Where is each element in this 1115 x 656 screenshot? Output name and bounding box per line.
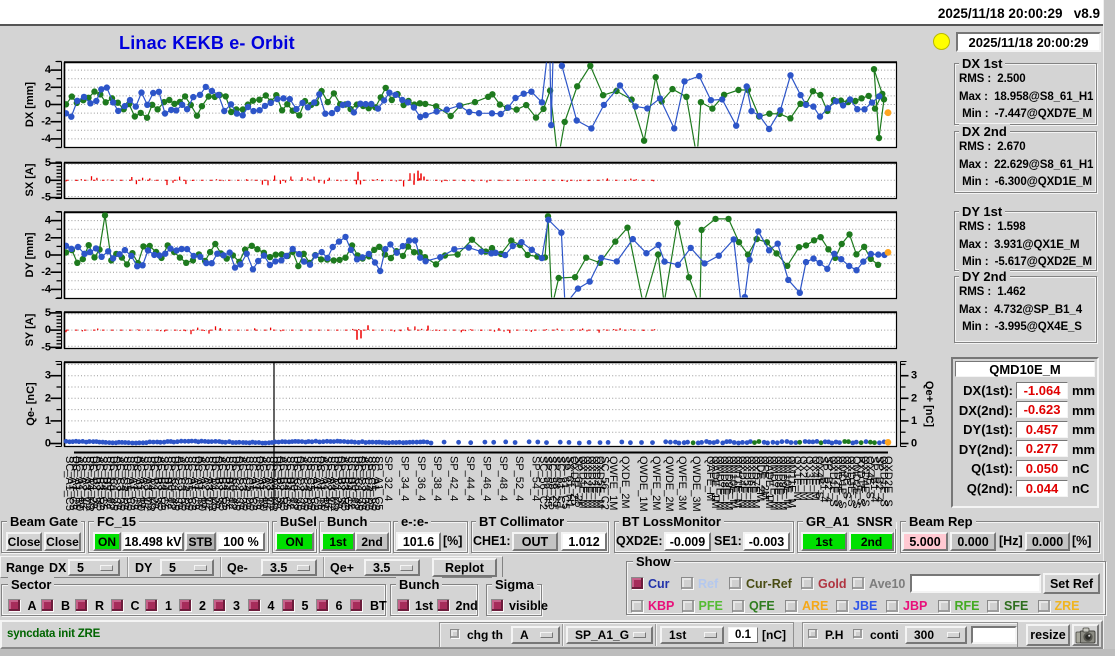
- svg-text:-5: -5: [41, 341, 51, 353]
- svg-text:QWFE_1M: QWFE_1M: [607, 456, 619, 510]
- svg-text:QWFE_3M: QWFE_3M: [676, 456, 688, 510]
- svg-text:1: 1: [45, 415, 51, 427]
- svg-text:QXDE_2M: QXDE_2M: [619, 456, 631, 509]
- svg-text:DY [mm]: DY [mm]: [24, 232, 36, 277]
- svg-text:Qe+ [nC]: Qe+ [nC]: [923, 381, 935, 427]
- svg-text:0: 0: [911, 438, 917, 450]
- svg-text:0: 0: [45, 249, 51, 261]
- svg-text:QWDE_2M: QWDE_2M: [663, 456, 675, 512]
- svg-text:SP_52_4: SP_52_4: [513, 456, 525, 501]
- svg-text:SP_42_4: SP_42_4: [448, 456, 460, 501]
- svg-text:SP_34_4: SP_34_4: [398, 456, 410, 501]
- svg-text:DX [mm]: DX [mm]: [24, 82, 36, 128]
- svg-text:SP_46_4: SP_46_4: [480, 456, 492, 501]
- svg-text:SP_44_4: SP_44_4: [464, 456, 476, 501]
- svg-text:1: 1: [911, 415, 917, 427]
- svg-text:5: 5: [45, 307, 51, 319]
- svg-text:2: 2: [911, 392, 917, 404]
- svg-text:0: 0: [45, 99, 51, 111]
- svg-text:QXD2E_S: QXD2E_S: [882, 456, 894, 507]
- svg-text:SP_48_4: SP_48_4: [497, 456, 509, 501]
- svg-text:QWDE_3M: QWDE_3M: [690, 456, 702, 512]
- svg-text:3: 3: [45, 370, 51, 382]
- svg-text:Qe- [nC]: Qe- [nC]: [25, 382, 37, 426]
- svg-text:-2: -2: [41, 116, 51, 128]
- svg-text:0: 0: [45, 324, 51, 336]
- svg-text:4: 4: [45, 215, 52, 227]
- svg-text:2: 2: [45, 392, 51, 404]
- svg-text:2: 2: [45, 81, 51, 93]
- svg-text:SP_32_4: SP_32_4: [382, 456, 394, 501]
- svg-text:-4: -4: [41, 133, 52, 145]
- svg-text:QWFE_2M: QWFE_2M: [650, 456, 662, 510]
- svg-text:SP_36_4: SP_36_4: [415, 456, 427, 501]
- svg-text:SP_38_4: SP_38_4: [431, 456, 443, 501]
- svg-text:2: 2: [45, 232, 51, 244]
- svg-text:SY [A]: SY [A]: [24, 313, 36, 346]
- svg-text:4: 4: [45, 64, 52, 76]
- svg-text:5: 5: [45, 157, 51, 169]
- svg-text:QWDE_1M: QWDE_1M: [637, 456, 649, 512]
- svg-text:-4: -4: [41, 283, 52, 295]
- svg-text:-2: -2: [41, 266, 51, 278]
- svg-text:SX [A]: SX [A]: [24, 163, 36, 196]
- svg-text:0: 0: [45, 438, 51, 450]
- svg-text:0: 0: [45, 174, 51, 186]
- svg-text:3: 3: [911, 370, 917, 382]
- svg-text:-5: -5: [41, 192, 51, 204]
